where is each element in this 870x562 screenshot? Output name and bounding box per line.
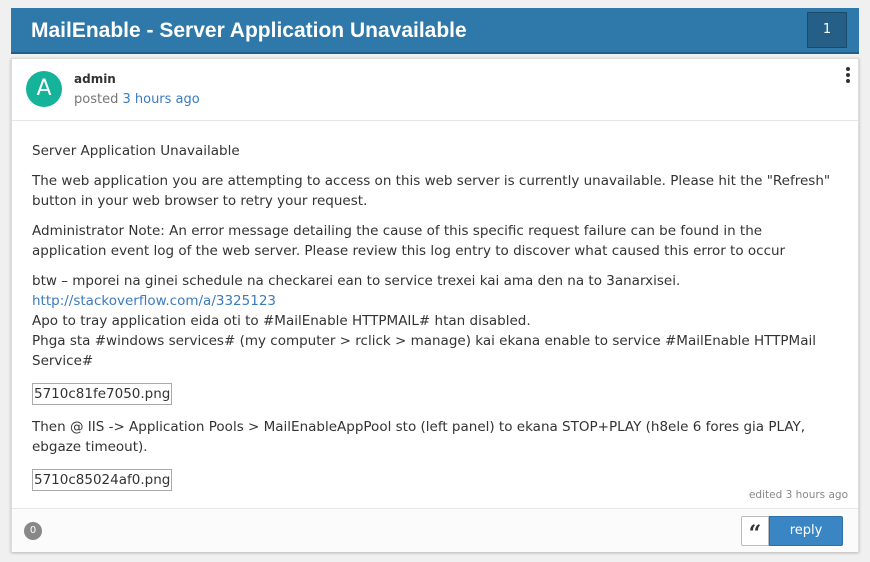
post-header: A admin posted 3 hours ago xyxy=(12,59,858,121)
body-line: Apo to tray application eida oti to #Mai… xyxy=(32,313,531,329)
body-line: btw – mporei na ginei schedule na checka… xyxy=(32,273,681,289)
post-body: Server Application Unavailable The web a… xyxy=(32,141,832,503)
more-options-icon[interactable] xyxy=(844,65,852,85)
body-paragraph: The web application you are attempting t… xyxy=(32,173,831,209)
body-paragraph: Then @ IIS -> Application Pools > MailEn… xyxy=(32,419,806,455)
body-paragraph: Server Application Unavailable xyxy=(32,143,240,159)
quote-icon[interactable]: “ xyxy=(741,516,769,547)
post-meta: posted 3 hours ago xyxy=(74,92,200,107)
post-count-badge: 1 xyxy=(807,12,847,48)
kebab-dot xyxy=(846,79,850,83)
attachment-image-1[interactable]: 5710c81fe7050.png xyxy=(32,383,173,405)
kebab-dot xyxy=(846,73,850,77)
body-paragraph: Administrator Note: An error message det… xyxy=(32,223,786,259)
attachment-image-2[interactable]: 5710c85024af0.png xyxy=(32,469,173,491)
topic-header: MailEnable - Server Application Unavaila… xyxy=(11,8,859,54)
vote-count-badge[interactable]: 0 xyxy=(24,522,42,540)
post-card: A admin posted 3 hours ago Server Applic… xyxy=(11,58,859,552)
reply-button[interactable]: reply xyxy=(769,516,843,546)
avatar[interactable]: A xyxy=(26,71,62,107)
body-line: Phga sta #windows services# (my computer… xyxy=(32,333,816,369)
post-footer: 0 “ reply xyxy=(12,508,858,552)
author-name[interactable]: admin xyxy=(74,72,116,86)
posted-time-link[interactable]: 3 hours ago xyxy=(122,92,199,107)
posted-prefix: posted xyxy=(74,92,119,107)
body-paragraph: btw – mporei na ginei schedule na checka… xyxy=(32,271,832,371)
kebab-dot xyxy=(846,67,850,71)
edited-timestamp: edited 3 hours ago xyxy=(748,489,848,501)
stackoverflow-link[interactable]: http://stackoverflow.com/a/3325123 xyxy=(32,293,276,309)
topic-title: MailEnable - Server Application Unavaila… xyxy=(31,19,467,42)
